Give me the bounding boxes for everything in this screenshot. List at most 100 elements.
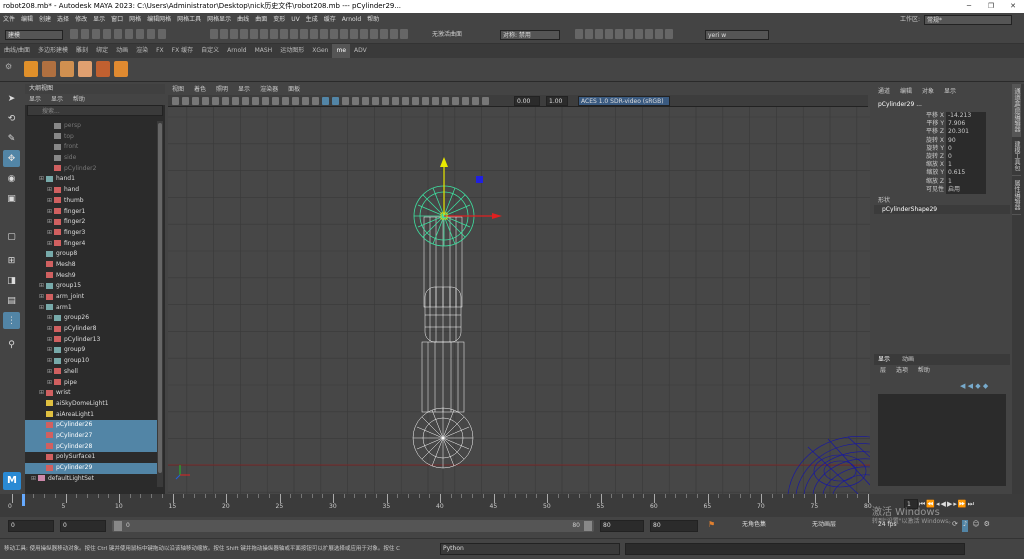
render-tool-8-icon[interactable] (655, 29, 663, 39)
viewport-menu-5[interactable]: 面板 (288, 86, 300, 93)
viewport-tool-22-icon[interactable] (392, 97, 399, 105)
expand-icon[interactable]: ⊞ (47, 324, 54, 335)
menu-item-12[interactable]: 曲面 (252, 13, 270, 27)
expand-icon[interactable]: ⊞ (47, 356, 54, 367)
snap-tool-6-icon[interactable] (270, 29, 278, 39)
wireframe-model[interactable] (412, 216, 474, 469)
range-start-handle[interactable] (114, 521, 122, 531)
layout-persp-outliner-icon[interactable]: ⋮ (3, 312, 20, 329)
viewport-tool-2-icon[interactable] (192, 97, 199, 105)
outliner-item[interactable]: ⊞ pipe (25, 378, 157, 389)
menu-item-3[interactable]: 选择 (54, 13, 72, 27)
expand-icon[interactable]: ⊞ (39, 388, 46, 399)
channel-row[interactable]: 平移 X -14.213 (874, 112, 1010, 121)
diamond-shelf-icon[interactable] (96, 61, 110, 77)
outliner-item[interactable]: Mesh9 (25, 271, 157, 282)
layout-four-icon[interactable]: ⊞ (3, 252, 20, 269)
snap-tool-10-icon[interactable] (310, 29, 318, 39)
shape-name[interactable]: pCylinderShape29 (874, 204, 1010, 214)
rotate-tool-icon[interactable]: ◉ (3, 170, 20, 187)
file-tool-3-icon[interactable] (103, 29, 111, 39)
tab-display-layers[interactable]: 显示 (878, 356, 890, 363)
audio-icon[interactable]: ♪ (961, 520, 969, 532)
shelf-tab-2[interactable]: 雕刻 (72, 44, 92, 58)
channel-value[interactable]: 1 (946, 177, 986, 186)
file-tool-4-icon[interactable] (114, 29, 122, 39)
viewport-tool-13-icon[interactable] (302, 97, 309, 105)
snap-tool-9-icon[interactable] (300, 29, 308, 39)
viewport-tool-16-icon[interactable] (332, 97, 339, 105)
person-icon[interactable]: ☺ (972, 520, 979, 532)
viewport-tool-27-icon[interactable] (442, 97, 449, 105)
outliner-item[interactable]: polySurface1 (25, 452, 157, 463)
file-tool-2-icon[interactable] (92, 29, 100, 39)
file-tool-8-icon[interactable] (158, 29, 166, 39)
snap-tool-14-icon[interactable] (350, 29, 358, 39)
menu-item-1[interactable]: 编辑 (18, 13, 36, 27)
paint-select-icon[interactable]: ✎ (3, 130, 20, 147)
channel-value[interactable]: 0.615 (946, 169, 986, 178)
shelf-tab-4[interactable]: 动画 (112, 44, 132, 58)
expand-icon[interactable]: ⊞ (47, 367, 54, 378)
render-tool-3-icon[interactable] (605, 29, 613, 39)
playback-start-field[interactable]: 0 (60, 520, 106, 532)
shelf-tab-12[interactable]: XGen (308, 44, 332, 58)
render-tool-9-icon[interactable] (665, 29, 673, 39)
zoom-icon[interactable]: ⚲ (3, 336, 20, 353)
expand-icon[interactable]: ⊞ (39, 174, 46, 185)
layer-menu-help[interactable]: 帮助 (918, 367, 930, 374)
menu-item-15[interactable]: 生成 (303, 13, 321, 27)
menu-item-8[interactable]: 编辑网格 (144, 13, 174, 27)
render-tool-5-icon[interactable] (625, 29, 633, 39)
snap-tool-11-icon[interactable] (320, 29, 328, 39)
menu-item-13[interactable]: 变形 (270, 13, 288, 27)
expand-icon[interactable]: ⊞ (39, 281, 46, 292)
outliner-item[interactable]: ⊞ pCylinder13 (25, 335, 157, 346)
next-key-icon[interactable]: ▸ (953, 500, 957, 508)
move-manipulator[interactable] (440, 157, 502, 220)
channel-value[interactable]: 1 (946, 161, 986, 170)
outliner-menu-show[interactable]: 显示 (51, 96, 63, 103)
render-tool-1-icon[interactable] (585, 29, 593, 39)
viewport-tool-17-icon[interactable] (342, 97, 349, 105)
viewport-tool-24-icon[interactable] (412, 97, 419, 105)
outliner-item[interactable]: ⊞ hand (25, 185, 157, 196)
snap-tool-5-icon[interactable] (260, 29, 268, 39)
snap-tool-1-icon[interactable] (220, 29, 228, 39)
outliner-item[interactable]: ⊞ arm_joint (25, 292, 157, 303)
channel-object-name[interactable]: pCylinder29 ... (874, 100, 1010, 110)
box-shelf-icon[interactable] (42, 61, 56, 77)
viewport-tool-30-icon[interactable] (472, 97, 479, 105)
viewport-tool-10-icon[interactable] (272, 97, 279, 105)
file-tool-5-icon[interactable] (125, 29, 133, 39)
menu-item-18[interactable]: 帮助 (364, 13, 382, 27)
viewport-menu-4[interactable]: 渲染器 (260, 86, 278, 93)
menu-item-2[interactable]: 创建 (36, 13, 54, 27)
outliner-menu-display[interactable]: 显示 (29, 96, 41, 103)
shelf-tab-1[interactable]: 多边形建模 (34, 44, 72, 58)
shelf-tab-14[interactable]: ADV (350, 44, 371, 58)
range-slider[interactable]: 0 80 (112, 520, 594, 532)
file-tool-0-icon[interactable] (70, 29, 78, 39)
viewport-canvas[interactable] (168, 107, 870, 494)
render-tool-4-icon[interactable] (615, 29, 623, 39)
viewport-tool-6-icon[interactable] (232, 97, 239, 105)
viewport-tool-26-icon[interactable] (432, 97, 439, 105)
menu-item-16[interactable]: 缓存 (321, 13, 339, 27)
viewport-tool-25-icon[interactable] (422, 97, 429, 105)
snap-tool-17-icon[interactable] (380, 29, 388, 39)
viewport-tool-14-icon[interactable] (312, 97, 319, 105)
channel-menu-2[interactable]: 对象 (922, 88, 934, 95)
outliner-item[interactable]: ⊞ pCylinder8 (25, 324, 157, 335)
viewport-tool-28-icon[interactable] (452, 97, 459, 105)
shelf-tab-8[interactable]: 自定义 (197, 44, 223, 58)
outliner-scrollbar[interactable] (157, 121, 163, 487)
file-tool-1-icon[interactable] (81, 29, 89, 39)
viewport-tool-0-icon[interactable] (172, 97, 179, 105)
outliner-item[interactable]: persp (25, 121, 157, 132)
file-tool-7-icon[interactable] (147, 29, 155, 39)
channel-value[interactable]: 0 (946, 152, 986, 162)
menu-item-7[interactable]: 网格 (126, 13, 144, 27)
cube-outline-shelf-icon[interactable] (114, 61, 128, 77)
snap-tool-16-icon[interactable] (370, 29, 378, 39)
